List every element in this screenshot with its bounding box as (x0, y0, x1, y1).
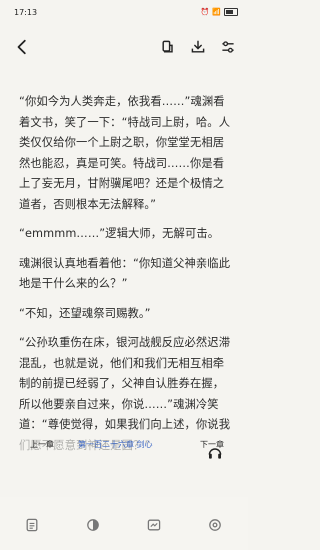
headphones-icon[interactable] (207, 445, 223, 461)
paragraph: “emmmm……”逻辑大师，无解可击。 (19, 227, 220, 240)
status-icons: ⏰ 📶 (201, 8, 238, 16)
table-of-contents-icon[interactable] (24, 517, 40, 533)
back-arrow-icon[interactable] (14, 38, 32, 56)
reading-content: “你如今为人类奔走，依我看……”魂渊看着文书，笑了一下：“特战司上尉，哈。人类仅… (19, 92, 231, 465)
wifi-icon: 📶 (212, 8, 221, 16)
status-time: 17:13 (14, 8, 38, 17)
battery-icon (224, 8, 238, 16)
reader-top-bar (0, 34, 248, 64)
download-icon[interactable] (190, 39, 206, 55)
paragraph: 魂渊很认真地看着他：“你知道父神亲临此地是干什么来的么？” (19, 256, 231, 291)
paragraph: “你如今为人类奔走，依我看……”魂渊看着文书，笑了一下：“特战司上尉，哈。人类仅… (19, 95, 231, 211)
paragraph: “不知，还望魂祭司赐教。” (19, 306, 151, 320)
status-bar: 17:13 ⏰ 📶 (0, 0, 248, 28)
alarm-icon: ⏰ (200, 8, 210, 16)
brightness-icon[interactable] (85, 517, 101, 533)
reader-bottom-nav (0, 497, 248, 550)
page-turn-icon[interactable] (146, 517, 162, 533)
prev-chapter-button[interactable]: 上一章 (30, 439, 54, 450)
settings-gear-icon[interactable] (207, 517, 223, 533)
chapter-title[interactable]: 第一百二十六章 剑心 (78, 439, 153, 450)
settings-sliders-icon[interactable] (220, 39, 236, 55)
bookshelf-icon[interactable] (160, 39, 176, 55)
